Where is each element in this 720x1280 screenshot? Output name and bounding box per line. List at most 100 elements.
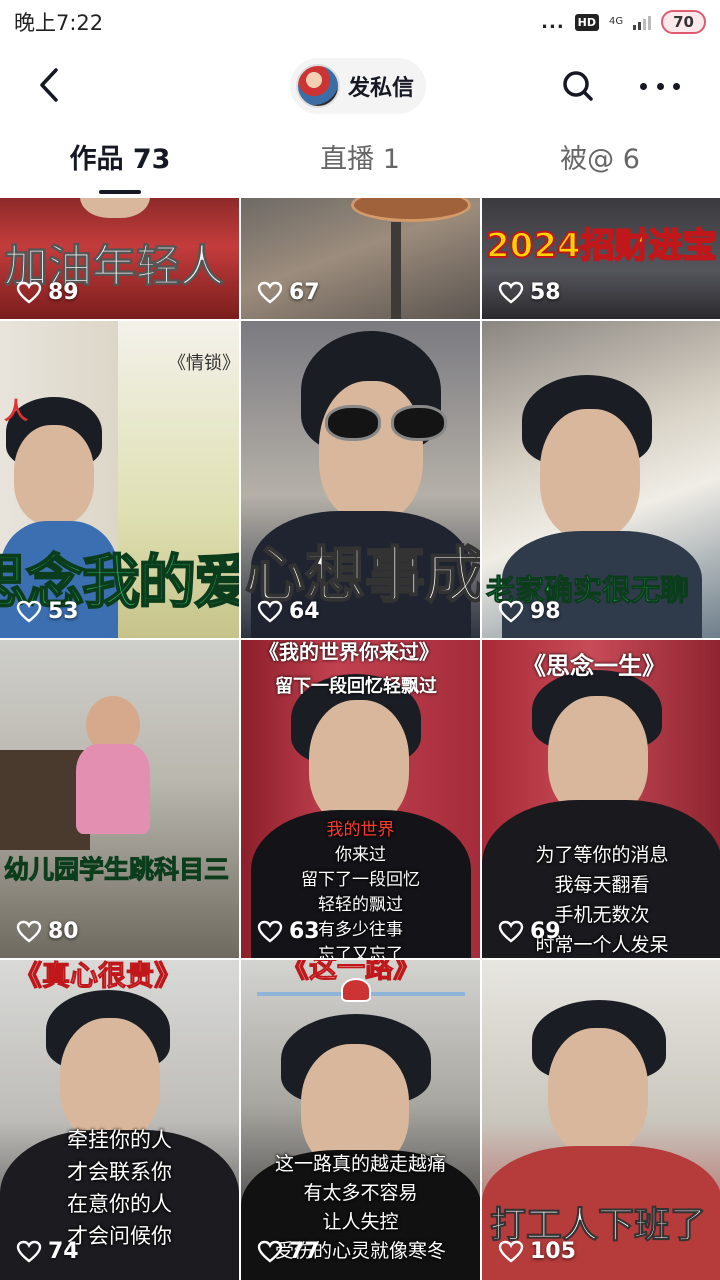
tab-works[interactable]: 作品 73	[0, 128, 240, 196]
hd-badge: HD	[574, 13, 599, 31]
video-thumbnail[interactable]: 《我的世界你来过》 留下一段回忆轻飘过 我的世界 你来过 留下了一段回忆 轻轻的…	[241, 640, 480, 958]
video-thumbnail[interactable]: 2024招财进宝 58	[482, 198, 720, 319]
like-count: 80	[16, 919, 79, 944]
signal-icon	[633, 14, 652, 30]
more-button[interactable]	[636, 66, 684, 106]
more-dot	[656, 82, 664, 90]
like-number: 64	[289, 599, 320, 624]
person-face	[540, 409, 640, 539]
lyric-line: 留下了一段回忆	[301, 870, 420, 890]
network-type: 4G	[609, 16, 624, 27]
video-thumbnail[interactable]: 心想事成 64	[241, 321, 480, 638]
like-count: 58	[498, 280, 561, 305]
like-number: 63	[289, 919, 320, 944]
person-face	[14, 425, 94, 525]
tab-active-indicator	[99, 190, 141, 194]
video-thumbnail[interactable]: 《真心很贵》 牵挂你的人 才会联系你 在意你的人 才会问候你 74	[0, 960, 239, 1280]
video-caption: 2024招财进宝	[485, 225, 718, 267]
video-thumbnail[interactable]: 《这一路》 这一路真的越走越痛 有太多不容易 让人失控 受伤的心灵就像寒冬 77	[241, 960, 480, 1280]
like-number: 89	[48, 280, 79, 305]
search-button[interactable]	[558, 66, 598, 106]
lyric-line: 才会联系你	[67, 1160, 172, 1184]
status-time: 晚上7:22	[14, 11, 104, 35]
video-lyrics: 牵挂你的人 才会联系你 在意你的人 才会问候你	[0, 1124, 239, 1252]
send-message-button[interactable]: 发私信	[290, 58, 427, 114]
like-count: 53	[16, 599, 79, 624]
status-icons: ... HD 4G 70	[541, 10, 706, 34]
table-shape	[351, 198, 471, 222]
lyric-line: 你来过	[335, 845, 386, 865]
person-face	[309, 700, 409, 826]
video-thumbnail[interactable]: 《思念一生》 为了等你的消息 我每天翻看 手机无数次 时常一个人发呆 69	[482, 640, 720, 958]
tab-live[interactable]: 直播 1	[240, 128, 480, 196]
like-number: 53	[48, 599, 79, 624]
video-top-title: 《思念一生》	[522, 652, 666, 680]
video-side-mark: 人	[4, 397, 28, 425]
lyric-line: 让人失控	[322, 1211, 399, 1233]
send-message-label: 发私信	[348, 76, 415, 101]
heart-icon	[16, 281, 42, 304]
search-icon	[563, 71, 593, 101]
back-button[interactable]	[30, 64, 78, 106]
status-bar: 晚上7:22 ... HD 4G 70	[0, 0, 720, 44]
avatar	[296, 64, 340, 108]
heart-icon	[16, 1240, 42, 1263]
like-count: 105	[498, 1239, 576, 1264]
like-number: 98	[530, 599, 561, 624]
video-thumbnail[interactable]: 加油年轻人 89	[0, 198, 239, 319]
like-number: 58	[530, 280, 561, 305]
video-grid: 加油年轻人 89 67 2024招财进宝 58 《情锁》 人 思念我的爱 53	[0, 198, 720, 1280]
video-top-title: 《我的世界你来过》	[259, 640, 439, 664]
heart-icon	[498, 281, 524, 304]
table-leg	[391, 222, 401, 319]
like-number: 105	[530, 1239, 576, 1264]
like-number: 67	[289, 280, 320, 305]
like-count: 89	[16, 280, 79, 305]
lyric-line: 有太多不容易	[303, 1182, 418, 1204]
tab-mentioned[interactable]: 被@ 6	[480, 128, 720, 196]
person-figure	[80, 198, 150, 218]
heart-icon	[257, 600, 283, 623]
video-subtitle: 留下一段回忆轻飘过	[275, 676, 437, 697]
heart-icon	[498, 600, 524, 623]
video-thumbnail[interactable]: 67	[241, 198, 480, 319]
heart-icon	[16, 600, 42, 623]
child-body	[76, 744, 150, 834]
more-dots-icon	[640, 82, 647, 90]
person-face	[548, 1028, 648, 1154]
heart-icon	[498, 1240, 524, 1263]
lyric-line: 在意你的人	[67, 1192, 172, 1216]
video-side-title: 《情锁》	[168, 353, 239, 374]
like-number: 74	[48, 1239, 79, 1264]
heart-icon	[257, 281, 283, 304]
person-face	[319, 381, 423, 521]
video-thumbnail[interactable]: 老家确实很无聊 98	[482, 321, 720, 638]
heart-icon	[498, 920, 524, 943]
video-thumbnail[interactable]: 幼儿园学生跳科目三 80	[0, 640, 239, 958]
like-count: 64	[257, 599, 320, 624]
lyric-line: 牵挂你的人	[67, 1128, 172, 1152]
lyric-line: 这一路真的越走越痛	[274, 1153, 446, 1175]
like-number: 77	[289, 1239, 320, 1264]
profile-tabs: 作品 73 直播 1 被@ 6	[0, 128, 720, 196]
video-thumbnail[interactable]: 打工人下班了 105	[482, 960, 720, 1280]
more-dot	[673, 82, 680, 90]
like-count: 98	[498, 599, 561, 624]
profile-header: 发私信	[0, 50, 720, 120]
tab-live-label: 直播 1	[320, 144, 400, 175]
like-number: 69	[530, 919, 561, 944]
heart-icon	[257, 1240, 283, 1263]
like-count: 69	[498, 919, 561, 944]
video-caption: 幼儿园学生跳科目三	[3, 855, 230, 885]
like-count: 67	[257, 280, 320, 305]
like-number: 80	[48, 919, 79, 944]
lyric-line: 为了等你的消息	[535, 844, 669, 866]
sunglasses-shape	[325, 405, 447, 441]
like-count: 77	[257, 1239, 320, 1264]
lyric-line: 忘了又忘了	[318, 945, 403, 958]
video-thumbnail[interactable]: 《情锁》 人 思念我的爱 53	[0, 321, 239, 638]
like-count: 63	[257, 919, 320, 944]
heart-icon	[16, 920, 42, 943]
heart-icon	[257, 920, 283, 943]
video-top-title: 《这一路》	[280, 960, 422, 985]
